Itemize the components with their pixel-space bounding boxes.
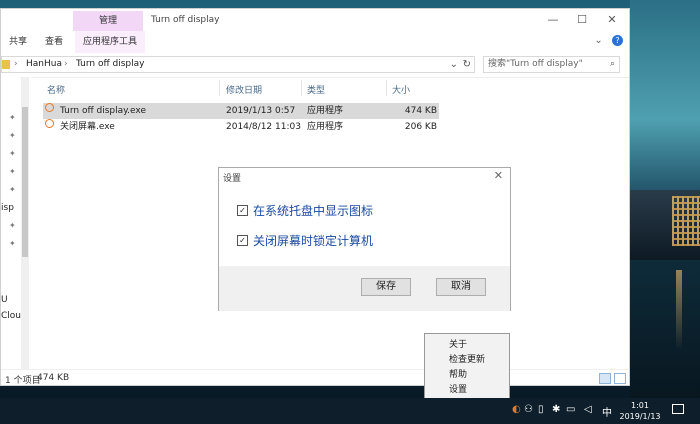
column-header-size[interactable]: 大小 <box>392 83 410 96</box>
checkbox-checked-icon[interactable]: ✓ <box>237 205 248 216</box>
desktop-water <box>630 260 700 400</box>
file-modified: 2014/8/12 11:03 <box>226 122 301 132</box>
app-tray-icon[interactable]: ◐ <box>512 404 521 415</box>
clock-date: 2019/1/13 <box>619 412 661 421</box>
address-bar[interactable]: › HanHua › Turn off display ⌄ ↻ <box>1 56 475 73</box>
file-name: Turn off display.exe <box>60 106 147 116</box>
clock-time: 1:01 <box>631 401 649 410</box>
column-divider[interactable] <box>219 80 220 96</box>
column-header-name[interactable]: 名称 <box>47 83 65 96</box>
file-row[interactable]: 关闭屏幕.exe 2014/8/12 11:03 应用程序 206 KB <box>43 119 439 135</box>
details-view-icon[interactable] <box>599 373 611 384</box>
notifications-icon[interactable] <box>672 404 684 414</box>
status-selected-size: 474 KB <box>37 373 70 383</box>
minimize-button[interactable]: — <box>538 9 568 31</box>
title-bar: 管理 Turn off display — ☐ ✕ <box>1 9 629 31</box>
dialog-footer: 保存 取消 <box>219 266 510 311</box>
search-icon[interactable]: ⌕ <box>610 57 615 72</box>
column-header-type[interactable]: 类型 <box>307 83 325 96</box>
ribbon-expand-icon[interactable]: ⌄ <box>594 35 602 46</box>
ime-indicator[interactable]: 中 <box>602 404 612 419</box>
menu-item-settings[interactable]: 设置 <box>449 382 467 395</box>
tab-view[interactable]: 查看 <box>45 31 63 53</box>
pin-icon: ✦ <box>9 131 16 140</box>
pin-icon: ✦ <box>9 149 16 158</box>
help-icon[interactable]: ? <box>612 35 623 46</box>
file-size: 206 KB <box>404 122 437 132</box>
taskbar-clock[interactable]: 1:01 2019/1/13 <box>614 400 666 422</box>
dialog-title: 设置 <box>223 174 242 184</box>
option-lock-on-off[interactable]: ✓ 关闭屏幕时锁定计算机 <box>237 232 373 249</box>
column-divider[interactable] <box>386 80 387 96</box>
people-icon[interactable]: ⚇ <box>524 404 533 415</box>
close-button[interactable]: ✕ <box>597 9 627 31</box>
network-icon[interactable]: ▭ <box>566 404 575 415</box>
option-label: 在系统托盘中显示图标 <box>253 204 374 218</box>
breadcrumb-separator[interactable]: › <box>14 57 18 72</box>
option-show-tray-icon[interactable]: ✓ 在系统托盘中显示图标 <box>237 202 373 219</box>
exe-file-icon <box>45 119 54 128</box>
settings-dialog: 设置 ✕ ✓ 在系统托盘中显示图标 ✓ 关闭屏幕时锁定计算机 保存 取消 <box>218 167 511 311</box>
search-input[interactable]: 搜索"Turn off display" ⌕ <box>483 56 620 73</box>
pin-icon: ✦ <box>9 185 16 194</box>
nav-item[interactable]: U <box>1 295 8 305</box>
refresh-icon[interactable]: ↻ <box>463 57 471 72</box>
folder-icon <box>2 60 10 69</box>
ribbon-controls: ⌄ ? <box>594 35 623 46</box>
dialog-close-icon[interactable]: ✕ <box>494 169 503 182</box>
menu-item-about[interactable]: 关于 <box>449 337 467 350</box>
usb-icon[interactable]: ▯ <box>538 404 544 415</box>
breadcrumb-current[interactable]: Turn off display <box>76 57 144 72</box>
status-bar: 1 个项目 474 KB <box>1 369 629 388</box>
address-dropdown-icon[interactable]: ⌄ <box>450 57 458 72</box>
file-type: 应用程序 <box>307 122 344 132</box>
file-modified: 2019/1/13 0:57 <box>226 106 296 116</box>
exe-file-icon <box>45 103 54 112</box>
desktop-reflection <box>676 270 682 350</box>
nav-scrollbar-thumb[interactable] <box>22 107 28 257</box>
search-placeholder: 搜索"Turn off display" <box>488 59 583 69</box>
nav-item[interactable]: isp <box>1 203 14 213</box>
column-divider[interactable] <box>301 80 302 96</box>
file-row[interactable]: Turn off display.exe 2019/1/13 0:57 应用程序… <box>43 103 439 119</box>
large-icons-view-icon[interactable] <box>614 373 626 384</box>
pin-icon: ✦ <box>9 239 16 248</box>
breadcrumb-hanhua[interactable]: HanHua <box>26 57 62 72</box>
tab-manage[interactable]: 管理 <box>73 11 143 31</box>
nav-scrollbar[interactable] <box>21 77 29 369</box>
breadcrumb-separator[interactable]: › <box>64 57 68 72</box>
desktop-sky <box>630 0 700 200</box>
save-button[interactable]: 保存 <box>361 278 411 296</box>
option-label: 关闭屏幕时锁定计算机 <box>253 234 374 248</box>
address-bar-row: › HanHua › Turn off display ⌄ ↻ 搜索"Turn … <box>1 53 629 78</box>
menu-item-check-update[interactable]: 检查更新 <box>449 352 485 365</box>
ribbon: 共享 查看 应用程序工具 ⌄ ? <box>1 31 629 54</box>
pin-icon: ✦ <box>9 221 16 230</box>
status-item-count: 1 个项目 <box>5 376 41 386</box>
file-type: 应用程序 <box>307 106 344 116</box>
pin-icon: ✦ <box>9 167 16 176</box>
cancel-button[interactable]: 取消 <box>436 278 486 296</box>
column-header-modified[interactable]: 修改日期 <box>226 83 262 96</box>
desktop-city-lights <box>672 196 700 246</box>
file-size: 474 KB <box>404 106 437 116</box>
pin-icon: ✦ <box>9 113 16 122</box>
volume-icon[interactable]: ◁ <box>584 404 592 415</box>
maximize-button[interactable]: ☐ <box>567 9 597 31</box>
checkbox-checked-icon[interactable]: ✓ <box>237 235 248 246</box>
window-title: Turn off display <box>151 15 220 25</box>
menu-item-help[interactable]: 帮助 <box>449 367 467 380</box>
file-name: 关闭屏幕.exe <box>60 122 115 132</box>
taskbar <box>0 398 700 424</box>
nav-item[interactable]: Clou <box>1 311 21 321</box>
tab-share[interactable]: 共享 <box>9 31 27 53</box>
bluetooth-icon[interactable]: ✱ <box>552 404 560 415</box>
tab-app-tools[interactable]: 应用程序工具 <box>75 31 146 53</box>
